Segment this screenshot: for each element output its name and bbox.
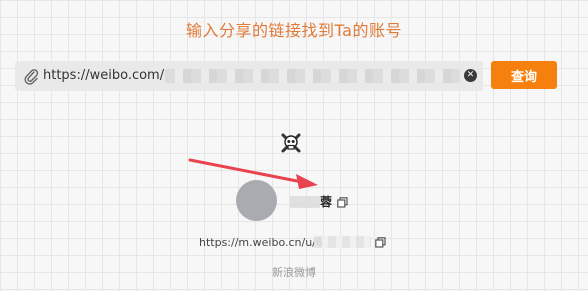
skull-icon — [281, 133, 301, 153]
query-button[interactable]: 查询 — [491, 61, 557, 89]
redacted-name — [290, 196, 320, 208]
page-title: 输入分享的链接找到Ta的账号 — [186, 21, 402, 40]
avatar — [236, 180, 277, 221]
redacted-profile-id — [314, 236, 371, 248]
search-bar: ✕ — [15, 61, 483, 91]
close-circle-icon[interactable]: ✕ — [464, 69, 477, 82]
account-name: 蓉 — [320, 195, 333, 209]
platform-label: 新浪微博 — [272, 266, 316, 279]
paperclip-icon — [24, 69, 39, 85]
redacted-url-segment — [165, 69, 460, 83]
copy-icon[interactable] — [375, 237, 386, 248]
copy-icon[interactable] — [337, 197, 348, 208]
profile-url[interactable]: https://m.weibo.cn/u/6 — [199, 236, 323, 249]
